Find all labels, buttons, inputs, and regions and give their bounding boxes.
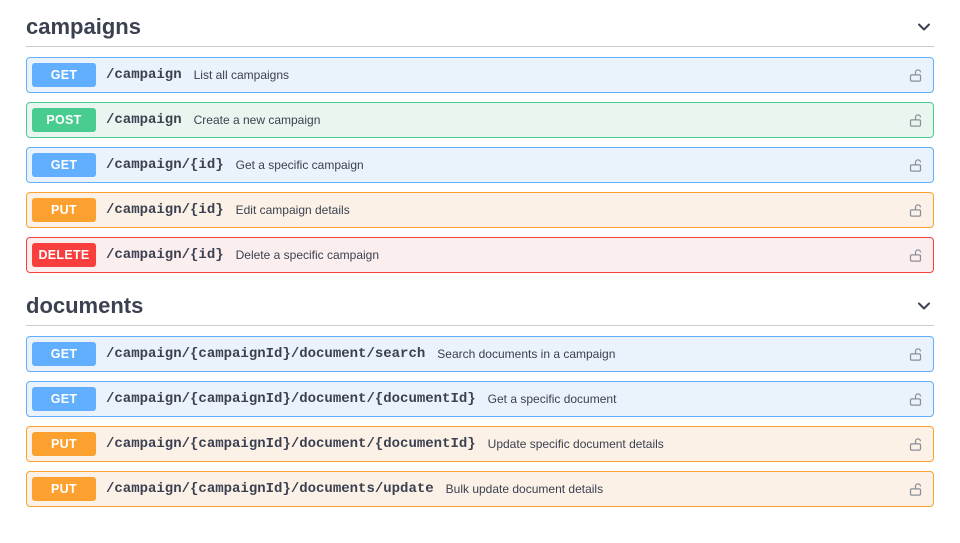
section-header-documents[interactable]: documents (26, 289, 934, 326)
chevron-down-icon (914, 296, 934, 316)
operation-list-documents: GET /campaign/{campaignId}/document/sear… (26, 336, 934, 507)
chevron-down-icon (914, 17, 934, 37)
operation-path: /campaign (106, 112, 182, 128)
operation-row[interactable]: DELETE /campaign/{id} Delete a specific … (26, 237, 934, 273)
operation-summary: Delete a specific campaign (236, 248, 908, 262)
operation-row[interactable]: PUT /campaign/{campaignId}/documents/upd… (26, 471, 934, 507)
section-header-campaigns[interactable]: campaigns (26, 10, 934, 47)
operation-path: /campaign/{campaignId}/document/search (106, 346, 425, 362)
http-method-badge: DELETE (32, 243, 96, 267)
section-title: campaigns (26, 14, 141, 40)
operation-summary: Get a specific document (488, 392, 908, 406)
http-method-badge: GET (32, 153, 96, 177)
operation-path: /campaign/{campaignId}/document/{documen… (106, 391, 476, 407)
operation-row[interactable]: GET /campaign List all campaigns (26, 57, 934, 93)
operation-row[interactable]: GET /campaign/{campaignId}/document/{doc… (26, 381, 934, 417)
operation-summary: Edit campaign details (236, 203, 908, 217)
operation-row[interactable]: GET /campaign/{campaignId}/document/sear… (26, 336, 934, 372)
section-title: documents (26, 293, 143, 319)
operation-summary: List all campaigns (194, 68, 908, 82)
lock-icon[interactable] (908, 392, 923, 407)
operation-list-campaigns: GET /campaign List all campaigns POST /c… (26, 57, 934, 273)
operation-row[interactable]: PUT /campaign/{id} Edit campaign details (26, 192, 934, 228)
operation-row[interactable]: POST /campaign Create a new campaign (26, 102, 934, 138)
operation-summary: Get a specific campaign (236, 158, 908, 172)
lock-icon[interactable] (908, 113, 923, 128)
operation-path: /campaign/{id} (106, 247, 224, 263)
http-method-badge: GET (32, 63, 96, 87)
lock-icon[interactable] (908, 203, 923, 218)
lock-icon[interactable] (908, 68, 923, 83)
lock-icon[interactable] (908, 347, 923, 362)
operation-summary: Search documents in a campaign (437, 347, 908, 361)
http-method-badge: POST (32, 108, 96, 132)
http-method-badge: GET (32, 342, 96, 366)
operation-summary: Bulk update document details (446, 482, 908, 496)
operation-summary: Create a new campaign (194, 113, 908, 127)
lock-icon[interactable] (908, 482, 923, 497)
lock-icon[interactable] (908, 158, 923, 173)
lock-icon[interactable] (908, 248, 923, 263)
operation-summary: Update specific document details (488, 437, 908, 451)
operation-row[interactable]: PUT /campaign/{campaignId}/document/{doc… (26, 426, 934, 462)
operation-path: /campaign/{campaignId}/documents/update (106, 481, 434, 497)
operation-row[interactable]: GET /campaign/{id} Get a specific campai… (26, 147, 934, 183)
http-method-badge: PUT (32, 198, 96, 222)
operation-path: /campaign (106, 67, 182, 83)
http-method-badge: PUT (32, 477, 96, 501)
http-method-badge: PUT (32, 432, 96, 456)
http-method-badge: GET (32, 387, 96, 411)
operation-path: /campaign/{campaignId}/document/{documen… (106, 436, 476, 452)
operation-path: /campaign/{id} (106, 157, 224, 173)
lock-icon[interactable] (908, 437, 923, 452)
operation-path: /campaign/{id} (106, 202, 224, 218)
